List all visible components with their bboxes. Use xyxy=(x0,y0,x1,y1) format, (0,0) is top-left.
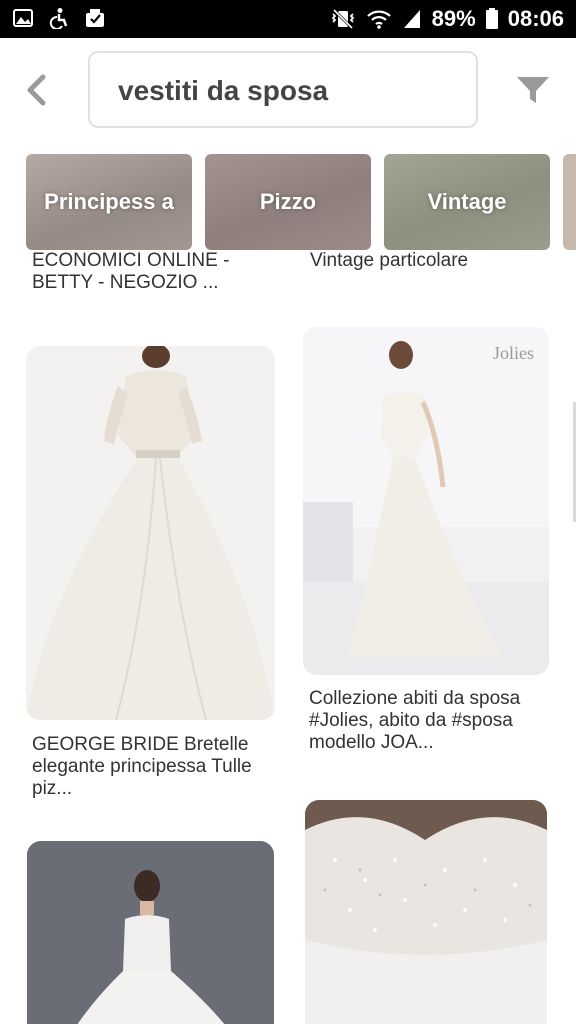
jolies-watermark: Jolies xyxy=(493,343,534,363)
system-indicators: 89% 08:06 xyxy=(330,6,564,32)
pin-image[interactable]: Jolies xyxy=(303,327,549,675)
battery-icon xyxy=(485,8,498,29)
vibrate-mute-icon xyxy=(331,8,354,30)
clock: 08:06 xyxy=(507,6,564,31)
pin-image[interactable] xyxy=(27,841,274,1024)
search-header: vestiti da sposa xyxy=(0,38,576,150)
signal-icon xyxy=(403,10,420,28)
chevron-left-icon xyxy=(27,74,46,106)
wifi-icon xyxy=(366,10,391,29)
chip-partial[interactable] xyxy=(563,154,576,250)
pin-caption[interactable]: GEORGE BRIDE Bretelle elegante principes… xyxy=(32,734,272,800)
notification-icons xyxy=(12,7,106,29)
image-icon xyxy=(13,9,33,27)
chip-label: Vintage xyxy=(427,189,507,214)
chip-label: Pizzo xyxy=(259,189,317,214)
category-chips: Principess a Pizzo Vintage xyxy=(0,152,576,252)
chip-principessa[interactable]: Principess a xyxy=(26,154,192,250)
search-query-text: vestiti da sposa xyxy=(118,75,329,106)
chip-label: Principess a xyxy=(44,189,174,214)
filter-button[interactable] xyxy=(512,72,554,108)
accessibility-icon xyxy=(49,8,68,29)
pin-caption[interactable]: ECONOMICI ONLINE - BETTY - NEGOZIO ... xyxy=(32,252,262,294)
filter-icon xyxy=(517,77,549,103)
wedding-dress-image xyxy=(26,346,275,720)
search-input[interactable]: vestiti da sposa xyxy=(88,51,478,128)
pin-caption[interactable]: Vintage particolare xyxy=(310,252,540,272)
wedding-dress-image xyxy=(27,841,274,1024)
back-button[interactable] xyxy=(18,68,54,112)
battery-percent: 89% xyxy=(431,6,476,31)
pin-image[interactable] xyxy=(26,346,275,720)
wedding-dress-image xyxy=(305,800,547,1024)
status-bar: 89% 08:06 xyxy=(0,0,576,38)
chip-vintage[interactable]: Vintage xyxy=(384,154,550,250)
pin-feed: ECONOMICI ONLINE - BETTY - NEGOZIO ... V… xyxy=(0,252,576,1024)
pin-image[interactable] xyxy=(305,800,547,1024)
chip-pizzo[interactable]: Pizzo xyxy=(205,154,371,250)
wedding-dress-image: Jolies xyxy=(303,327,549,675)
pin-caption[interactable]: Collezione abiti da sposa #Jolies, abito… xyxy=(309,688,549,754)
download-box-icon xyxy=(86,9,104,27)
